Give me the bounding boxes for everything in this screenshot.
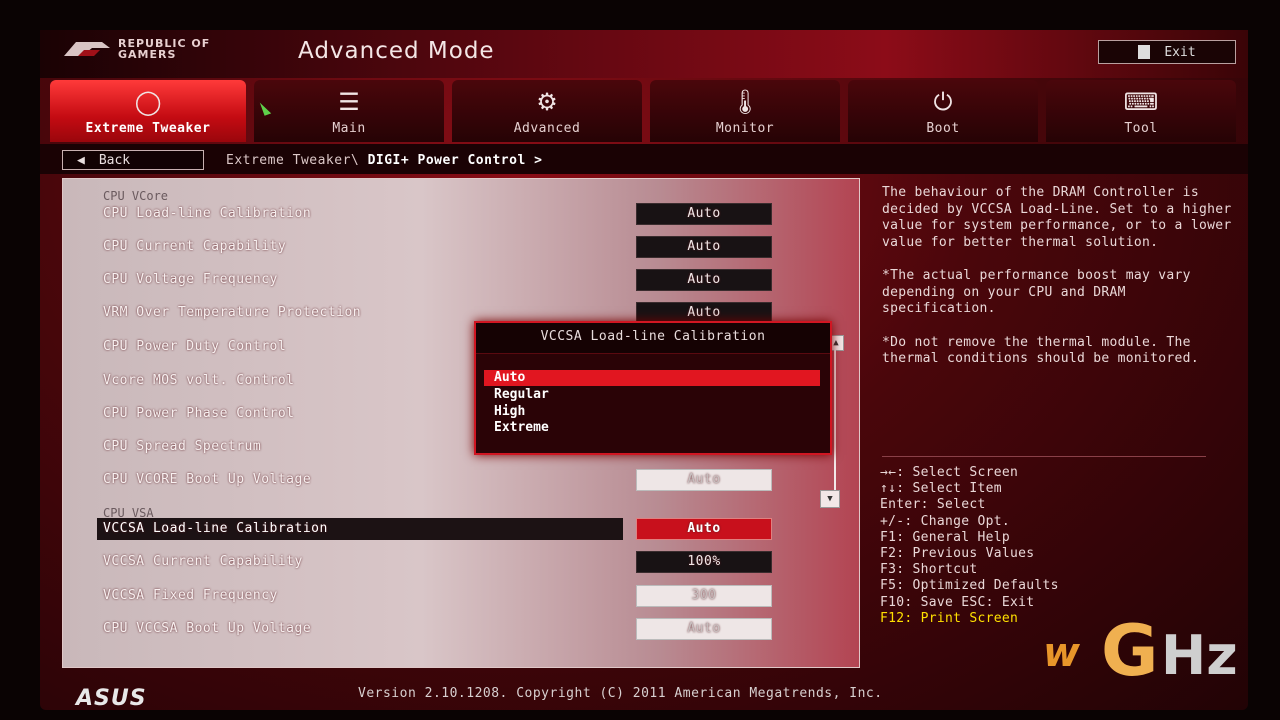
- group-header-cpu-vcore: CPU VCore: [103, 189, 169, 203]
- setting-value[interactable]: 300: [636, 585, 772, 607]
- setting-value[interactable]: Auto: [636, 618, 772, 640]
- version-text: Version 2.10.1208. Copyright (C) 2011 Am…: [358, 686, 883, 701]
- setting-label: CPU Voltage Frequency: [103, 272, 278, 287]
- help-paragraph: The behaviour of the DRAM Controller is …: [882, 185, 1232, 250]
- popup-option-auto[interactable]: Auto: [484, 370, 820, 386]
- power-icon: ⏻: [933, 88, 953, 116]
- tab-main[interactable]: ☰ Main: [254, 80, 444, 142]
- setting-value[interactable]: Auto: [636, 203, 772, 225]
- tool-icon: ⌨: [1123, 88, 1159, 116]
- key-hint: +/-: Change Opt.: [880, 513, 1011, 529]
- breadcrumb-parent[interactable]: Extreme Tweaker\: [226, 153, 359, 168]
- setting-label: CPU Current Capability: [103, 239, 287, 254]
- help-paragraph: *Do not remove the thermal module. The t…: [882, 334, 1199, 367]
- breadcrumb-current: DIGI+ Power Control >: [367, 153, 543, 168]
- tab-label: Advanced: [513, 121, 581, 136]
- navigation-bar: ◀ Back Extreme Tweaker\ DIGI+ Power Cont…: [40, 144, 1248, 174]
- tab-extreme-tweaker[interactable]: ◯ Extreme Tweaker: [50, 80, 246, 142]
- setting-row[interactable]: VCCSA Current Capability 100%: [103, 551, 772, 573]
- setting-label: Vcore MOS volt. Control: [103, 373, 295, 388]
- key-hint: Enter: Select: [880, 497, 986, 513]
- setting-label: CPU VCCSA Boot Up Voltage: [103, 621, 312, 636]
- tab-boot[interactable]: ⏻ Boot: [848, 80, 1038, 142]
- help-paragraph: *The actual performance boost may vary d…: [882, 268, 1191, 316]
- setting-value[interactable]: Auto: [636, 236, 772, 258]
- back-button[interactable]: ◀ Back: [62, 150, 204, 170]
- key-legend: →←: Select Screen ↑↓: Select Item Enter:…: [880, 465, 1059, 627]
- setting-label: CPU Load-line Calibration: [103, 206, 312, 221]
- tab-label: Main: [332, 121, 366, 136]
- divider: [882, 456, 1206, 457]
- setting-label: VCCSA Fixed Frequency: [103, 588, 278, 603]
- tweaker-icon: ◯: [134, 88, 162, 116]
- header-bar: REPUBLIC OF GAMERS Advanced Mode Exit: [40, 30, 1248, 78]
- setting-label: VCCSA Load-line Calibration: [103, 521, 328, 536]
- setting-label: CPU Power Phase Control: [103, 406, 295, 421]
- exit-label: Exit: [1164, 44, 1196, 60]
- mode-title: Advanced Mode: [298, 38, 495, 64]
- watermark-g: G: [1101, 610, 1159, 692]
- scroll-down-arrow-icon[interactable]: ▼: [820, 490, 840, 508]
- popup-option-extreme[interactable]: Extreme: [484, 420, 820, 436]
- tab-label: Monitor: [715, 121, 775, 136]
- bios-screen: REPUBLIC OF GAMERS Advanced Mode Exit ◯ …: [40, 30, 1248, 711]
- advanced-icon: ⚙: [536, 88, 558, 116]
- setting-label: VRM Over Temperature Protection: [103, 305, 362, 320]
- setting-row[interactable]: CPU Voltage Frequency Auto: [103, 269, 772, 291]
- key-hint: ↑↓: Select Item: [880, 481, 1002, 497]
- watermark-hz: Hz: [1161, 624, 1238, 687]
- monitor-icon: 🌡: [729, 88, 761, 116]
- help-description: The behaviour of the DRAM Controller is …: [882, 185, 1232, 385]
- key-hint: F1: General Help: [880, 529, 1011, 545]
- setting-label: CPU VCORE Boot Up Voltage: [103, 472, 312, 487]
- tab-tool[interactable]: ⌨ Tool: [1046, 80, 1236, 142]
- setting-value[interactable]: Auto: [636, 269, 772, 291]
- setting-row[interactable]: CPU VCORE Boot Up Voltage Auto: [103, 469, 772, 491]
- rog-logo-text: REPUBLIC OF GAMERS: [118, 38, 210, 60]
- key-hint: →←: Select Screen: [880, 465, 1019, 480]
- setting-row[interactable]: CPU VCCSA Boot Up Voltage Auto: [103, 618, 772, 640]
- ghz-watermark-logo: w G Hz: [1043, 610, 1243, 700]
- back-label: Back: [98, 152, 131, 168]
- setting-label: CPU Power Duty Control: [103, 339, 287, 354]
- popup-option-high[interactable]: High: [484, 404, 820, 420]
- setting-row[interactable]: VCCSA Fixed Frequency 300: [103, 585, 772, 607]
- tab-label: Tool: [1124, 121, 1158, 136]
- watermark-w: w: [1043, 630, 1080, 676]
- setting-row-selected[interactable]: VCCSA Load-line Calibration Auto: [97, 518, 772, 540]
- setting-label: VCCSA Current Capability: [103, 554, 303, 569]
- logo-line-2: GAMERS: [118, 48, 177, 61]
- tab-monitor[interactable]: 🌡 Monitor: [650, 80, 840, 142]
- list-icon: ☰: [338, 88, 360, 116]
- popup-title: VCCSA Load-line Calibration: [476, 323, 830, 354]
- setting-value[interactable]: Auto: [636, 469, 772, 491]
- setting-label: CPU Spread Spectrum: [103, 439, 262, 454]
- setting-value[interactable]: Auto: [636, 518, 772, 540]
- key-hint: F3: Shortcut: [880, 562, 978, 578]
- scrollbar[interactable]: [834, 350, 836, 490]
- exit-button[interactable]: Exit: [1098, 40, 1236, 64]
- key-hint: F5: Optimized Defaults: [880, 578, 1059, 594]
- tab-label: Boot: [926, 121, 960, 136]
- asus-logo: ASUS: [76, 686, 147, 711]
- exit-door-icon: [1138, 45, 1151, 59]
- key-hint-highlight: F12: Print Screen: [880, 610, 1019, 626]
- main-tabs: ◯ Extreme Tweaker ☰ Main ⚙ Advanced 🌡 Mo…: [50, 80, 1236, 142]
- tab-label: Extreme Tweaker: [85, 121, 211, 136]
- setting-row[interactable]: CPU Load-line Calibration Auto: [103, 203, 772, 225]
- setting-row[interactable]: CPU Current Capability Auto: [103, 236, 772, 258]
- breadcrumb: Extreme Tweaker\ DIGI+ Power Control >: [226, 153, 542, 168]
- back-arrow-icon: ◀: [77, 152, 85, 168]
- rog-logo: REPUBLIC OF GAMERS: [62, 38, 210, 60]
- key-hint: F2: Previous Values: [880, 546, 1035, 562]
- tab-advanced[interactable]: ⚙ Advanced: [452, 80, 642, 142]
- key-hint: F10: Save ESC: Exit: [880, 594, 1035, 610]
- setting-value[interactable]: 100%: [636, 551, 772, 573]
- popup-option-regular[interactable]: Regular: [484, 387, 820, 403]
- option-popup: VCCSA Load-line Calibration Auto Regular…: [474, 321, 832, 455]
- rog-eye-icon: [64, 42, 110, 56]
